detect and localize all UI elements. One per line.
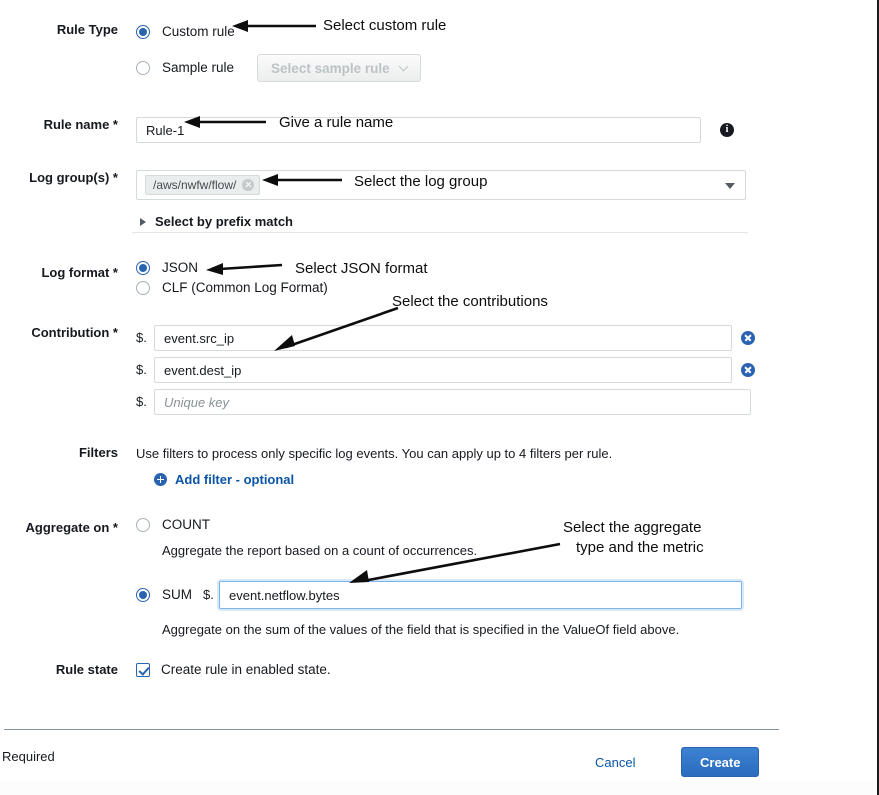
radio-json[interactable]: [136, 261, 150, 275]
select-by-prefix-match-label: Select by prefix match: [155, 214, 293, 229]
rule-creation-form-page: Rule Type Custom rule Sample rule Select…: [0, 0, 879, 795]
footer-divider: [4, 729, 779, 730]
annotation-arrow-json-format: [206, 260, 284, 276]
radio-label-custom-rule: Custom rule: [162, 24, 235, 40]
contribution-prefix: $.: [136, 389, 154, 415]
chevron-down-icon: [398, 61, 408, 71]
radio-option-clf[interactable]: CLF (Common Log Format): [136, 278, 328, 298]
annotation-custom-rule: Select custom rule: [323, 16, 446, 36]
log-groups-label: Log group(s) *: [0, 170, 118, 229]
contribution-row: $.: [136, 389, 755, 415]
contribution-row: $.: [136, 325, 755, 351]
field-row-rule-state: Rule state Create rule in enabled state.: [0, 662, 331, 678]
annotation-arrow-rule-name: [184, 115, 268, 131]
rule-name-label: Rule name *: [0, 117, 118, 143]
contribution-label: Contribution *: [0, 325, 118, 415]
required-note: Required: [2, 749, 55, 764]
radio-clf[interactable]: [136, 281, 150, 295]
radio-option-sample-rule[interactable]: Sample rule Select sample rule: [136, 58, 421, 78]
contribution-row: $.: [136, 357, 755, 383]
annotation-aggregate-line1: Select the aggregate: [563, 518, 701, 538]
remove-contribution-icon-1[interactable]: [741, 331, 755, 345]
triangle-right-icon: [140, 218, 146, 226]
info-icon[interactable]: i: [720, 123, 734, 137]
annotation-log-group: Select the log group: [354, 172, 487, 192]
annotation-json-format: Select JSON format: [295, 259, 428, 279]
radio-label-sum: SUM: [162, 587, 192, 603]
annotation-rule-name: Give a rule name: [279, 113, 393, 133]
annotation-arrow-custom-rule: [232, 19, 318, 35]
rule-type-label: Rule Type: [0, 22, 118, 78]
filters-label: Filters: [0, 445, 118, 488]
rule-state-checkbox[interactable]: [136, 663, 150, 677]
radio-count[interactable]: [136, 518, 150, 532]
create-button[interactable]: Create: [681, 747, 759, 777]
radio-label-json: JSON: [162, 260, 198, 276]
add-filter-link[interactable]: Add filter - optional: [154, 471, 612, 488]
radio-custom-rule[interactable]: [136, 25, 150, 39]
radio-label-count: COUNT: [162, 517, 210, 533]
select-sample-rule-button[interactable]: Select sample rule: [257, 54, 421, 82]
radio-sum[interactable]: [136, 588, 150, 602]
plus-circle-icon: [154, 473, 167, 486]
rule-state-checkbox-label: Create rule in enabled state.: [161, 662, 331, 678]
annotation-arrow-contributions: [268, 305, 400, 353]
contribution-prefix: $.: [136, 325, 154, 351]
annotation-arrow-log-group: [262, 173, 344, 189]
filters-description: Use filters to process only specific log…: [136, 445, 612, 462]
filters-body: Use filters to process only specific log…: [136, 445, 612, 488]
chip-remove-icon[interactable]: [242, 179, 254, 191]
field-row-filters: Filters Use filters to process only spec…: [0, 445, 612, 488]
aggregate-on-label: Aggregate on *: [0, 515, 118, 638]
contribution-input-3[interactable]: [154, 389, 751, 415]
log-group-chip[interactable]: /aws/nwfw/flow/: [145, 175, 260, 195]
contribution-input-1[interactable]: [154, 325, 732, 351]
contribution-prefix: $.: [136, 357, 154, 383]
sum-prefix: $.: [203, 582, 219, 608]
bottom-band: [0, 781, 877, 795]
annotation-arrow-aggregate: [347, 540, 562, 588]
annotation-contributions: Select the contributions: [392, 292, 548, 312]
radio-label-clf: CLF (Common Log Format): [162, 280, 328, 296]
add-filter-label: Add filter - optional: [175, 471, 294, 488]
contribution-rows: $. $. $.: [136, 325, 755, 415]
log-group-chip-label: /aws/nwfw/flow/: [153, 178, 236, 192]
radio-label-sample-rule: Sample rule: [162, 60, 234, 76]
rule-state-body: Create rule in enabled state.: [136, 662, 331, 678]
sum-description: Aggregate on the sum of the values of th…: [162, 621, 742, 638]
caret-down-icon[interactable]: [725, 183, 735, 189]
select-sample-rule-label: Select sample rule: [271, 61, 390, 76]
cancel-button[interactable]: Cancel: [595, 755, 635, 770]
rule-state-label: Rule state: [0, 662, 118, 678]
remove-contribution-icon-2[interactable]: [741, 363, 755, 377]
section-divider-1: [132, 232, 748, 233]
contribution-input-2[interactable]: [154, 357, 732, 383]
annotation-aggregate-line2: type and the metric: [576, 538, 704, 558]
log-format-label: Log format *: [0, 258, 118, 298]
select-by-prefix-match-toggle[interactable]: Select by prefix match: [140, 214, 746, 229]
radio-sample-rule[interactable]: [136, 61, 150, 75]
